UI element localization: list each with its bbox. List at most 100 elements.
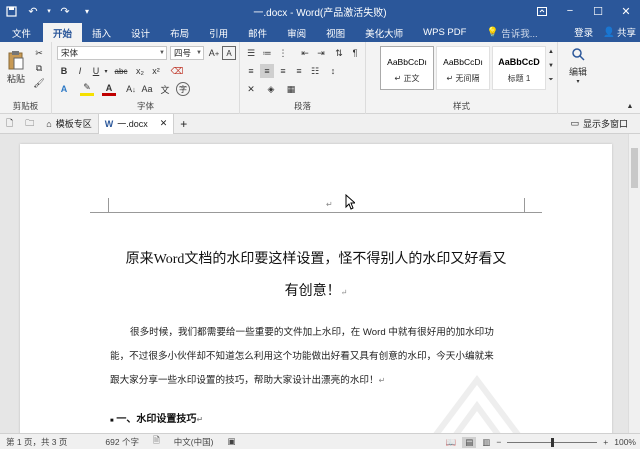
underline-button[interactable]: U [89, 64, 103, 78]
vertical-scrollbar[interactable] [628, 134, 640, 433]
close-tab-icon[interactable]: ✕ [160, 118, 168, 129]
highlight-icon[interactable]: ✎ [80, 82, 94, 96]
font-name-select[interactable]: 宋体 ▼ [57, 46, 167, 60]
style-heading1[interactable]: AaBbCcD 标题 1 [492, 46, 546, 90]
minimize-icon[interactable]: − [556, 0, 584, 22]
styles-scroll-up-icon[interactable]: ▲ [546, 46, 556, 58]
shading-icon[interactable]: ◈ [264, 82, 278, 96]
redo-icon[interactable]: ↷ [54, 0, 76, 22]
share-button[interactable]: 👤 共享 [603, 25, 636, 40]
zoom-slider[interactable] [507, 437, 598, 447]
chinese-layout-icon[interactable]: ✕ [244, 82, 258, 96]
align-right-icon[interactable]: ≡ [276, 64, 290, 78]
phonetic-icon[interactable]: 文 [158, 82, 172, 96]
enclose-char-icon[interactable]: 字 [176, 82, 190, 96]
bold-button[interactable]: B [57, 64, 71, 78]
document-area[interactable]: ↵ 原来Word文档的水印要这样设置，怪不得别人的水印又好看又 有创意！↵ 很多… [0, 134, 640, 433]
page-count[interactable]: 第 1 页，共 3 页 [0, 436, 75, 448]
editing-button[interactable]: 编辑 ▾ [562, 46, 594, 86]
new-doc-icon[interactable]: 🗋 [0, 114, 19, 134]
copy-icon[interactable]: ⧉ [32, 61, 46, 75]
show-multi-window-label: 显示多窗口 [582, 119, 628, 129]
styles-more-icon[interactable]: ⏷ [546, 74, 556, 86]
font-size-select[interactable]: 四号 ▼ [170, 46, 204, 60]
zoom-level[interactable]: 100% [614, 437, 636, 447]
zoom-in-button[interactable]: + [603, 437, 608, 447]
chevron-down-icon: ▾ [576, 79, 580, 85]
ribbon-display-icon[interactable] [528, 0, 556, 22]
web-layout-icon[interactable]: ▥ [482, 437, 490, 448]
collapse-ribbon-icon[interactable]: ▲ [624, 100, 636, 112]
sort-icon[interactable]: ⇅ [332, 46, 346, 60]
align-left-icon[interactable]: ≡ [244, 64, 258, 78]
scrollbar-thumb[interactable] [631, 148, 638, 188]
italic-button[interactable]: I [73, 64, 87, 78]
change-case-icon[interactable]: Aa [140, 82, 154, 96]
paste-button[interactable]: 粘贴 [4, 46, 28, 88]
borders-icon[interactable]: ▦ [284, 82, 298, 96]
increase-indent-icon[interactable]: ⇥ [314, 46, 328, 60]
ribbon-tabs: 文件 开始 插入 设计 布局 引用 邮件 审阅 视图 美化大师 WPS PDF … [0, 22, 640, 42]
zoom-out-button[interactable]: − [496, 437, 501, 447]
tab-template-zone[interactable]: ⌂ 模板专区 [40, 114, 97, 134]
tab-layout[interactable]: 布局 [160, 23, 199, 42]
tab-home[interactable]: 开始 [43, 23, 83, 42]
language[interactable]: 中文(中国) [168, 436, 222, 448]
tab-mailings[interactable]: 邮件 [238, 23, 277, 42]
format-painter-icon[interactable]: 🖌 [32, 76, 46, 90]
subscript-button[interactable]: x₂ [133, 64, 147, 78]
save-icon[interactable] [0, 0, 22, 22]
style-normal[interactable]: AaBbCcDı ↵ 正文 [380, 46, 434, 90]
tab-wps-pdf[interactable]: WPS PDF [413, 23, 476, 42]
strikethrough-button[interactable]: abc [112, 64, 130, 78]
char-border-icon[interactable]: A [222, 46, 236, 60]
word-count[interactable]: 692 个字 [75, 436, 147, 448]
print-layout-icon[interactable]: ▤ [462, 436, 477, 448]
tab-insert[interactable]: 插入 [82, 23, 121, 42]
numbering-icon[interactable]: ≔ [260, 46, 274, 60]
read-mode-icon[interactable]: 📖 [446, 437, 457, 448]
cut-icon[interactable]: ✂ [32, 46, 46, 60]
maximize-icon[interactable]: ☐ [584, 0, 612, 22]
font-shrink-icon[interactable]: A ↓ [124, 82, 138, 96]
show-multi-window-button[interactable]: ▭ 显示多窗口 [564, 114, 634, 134]
justify-icon[interactable]: ≡ [292, 64, 306, 78]
close-icon[interactable]: ✕ [612, 0, 640, 22]
macro-icon[interactable]: ▣ [221, 436, 243, 447]
tab-view[interactable]: 视图 [316, 23, 355, 42]
bullets-icon[interactable]: ☰ [244, 46, 258, 60]
undo-dropdown-icon[interactable]: ▾ [44, 0, 54, 22]
distributed-icon[interactable]: ☷ [308, 64, 322, 78]
tab-beautify[interactable]: 美化大师 [355, 23, 413, 42]
customize-icon[interactable]: ▾ [76, 0, 98, 22]
align-center-icon[interactable]: ≡ [260, 64, 274, 78]
font-color-button[interactable]: A [102, 82, 116, 96]
document-page[interactable]: ↵ 原来Word文档的水印要这样设置，怪不得别人的水印又好看又 有创意！↵ 很多… [20, 144, 612, 433]
superscript-button[interactable]: x² [149, 64, 163, 78]
tab-document[interactable]: W 一.docx ✕ [97, 113, 175, 134]
proofing-icon[interactable]: 🗎 [147, 435, 168, 449]
tab-review[interactable]: 审阅 [277, 23, 316, 42]
multilevel-list-icon[interactable]: ⋮ [276, 46, 290, 60]
font-grow-icon[interactable]: A + [207, 46, 221, 60]
tab-design[interactable]: 设计 [121, 23, 160, 42]
tab-file[interactable]: 文件 [0, 23, 43, 42]
underline-dropdown-icon[interactable]: ▾ [102, 64, 110, 78]
show-marks-icon[interactable]: ¶ [348, 46, 362, 60]
home-icon: ⌂ [46, 118, 52, 129]
paste-label: 粘贴 [6, 73, 25, 84]
login-link[interactable]: 登录 [574, 25, 593, 39]
tab-references[interactable]: 引用 [199, 23, 238, 42]
style-no-spacing[interactable]: AaBbCcDı ↵ 无间隔 [436, 46, 490, 90]
folder-icon[interactable]: 🗀 [19, 114, 40, 134]
zoom-slider-knob[interactable] [551, 437, 555, 447]
undo-icon[interactable]: ↶ [22, 0, 44, 22]
clear-format-icon[interactable]: ⌫ [170, 64, 184, 78]
add-tab-icon[interactable]: + [174, 114, 193, 134]
decrease-indent-icon[interactable]: ⇤ [298, 46, 312, 60]
mouse-cursor-icon [345, 194, 355, 210]
line-spacing-icon[interactable]: ↕ [326, 64, 340, 78]
tell-me-box[interactable]: 💡 告诉我... [476, 23, 547, 42]
styles-scroll-down-icon[interactable]: ▼ [546, 60, 556, 72]
text-effects-icon[interactable]: A [57, 82, 71, 96]
